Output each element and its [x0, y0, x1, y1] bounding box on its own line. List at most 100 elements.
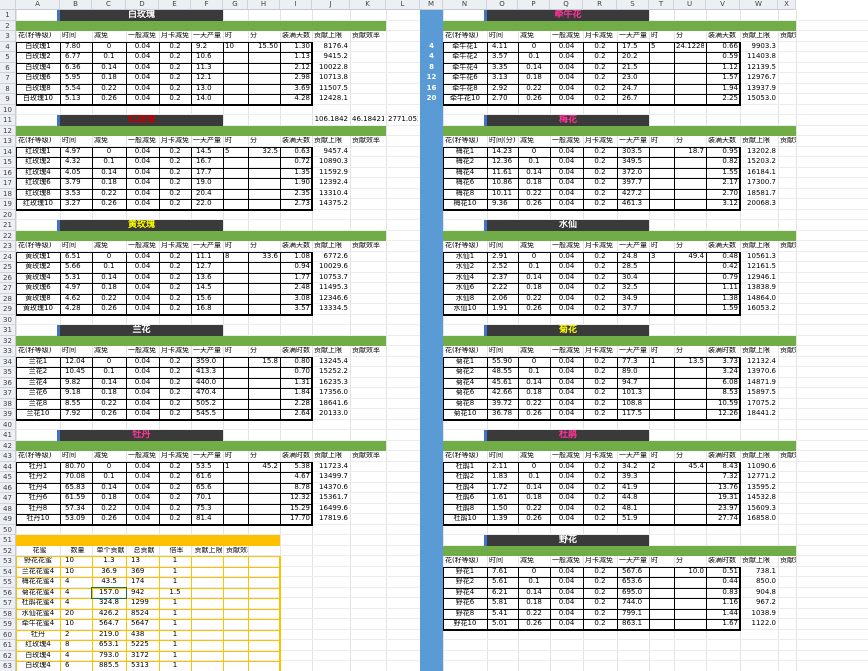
data-cell[interactable]: 0.1 — [94, 368, 124, 379]
data-cell[interactable]: 5.38 — [282, 463, 310, 474]
data-cell[interactable]: 0 — [94, 463, 124, 474]
data-cell[interactable]: 0 — [520, 463, 548, 474]
data-cell[interactable]: 0.2 — [585, 253, 615, 264]
row-label[interactable]: 白玫瑰1 — [18, 43, 58, 54]
data-cell[interactable]: 11507.5 — [314, 85, 348, 96]
data-cell[interactable]: 70.08 — [62, 473, 90, 484]
honey-value[interactable]: 1 — [161, 599, 189, 610]
data-cell[interactable]: 9.18 — [62, 389, 90, 400]
data-cell[interactable]: 0.2 — [585, 589, 615, 600]
data-cell[interactable]: 0.22 — [94, 505, 124, 516]
data-cell[interactable]: 24.8 — [619, 253, 647, 264]
data-cell[interactable]: 0.2 — [161, 284, 189, 295]
row-label[interactable]: 兰花2 — [18, 368, 58, 379]
data-cell[interactable]: 0.2 — [161, 484, 189, 495]
data-cell[interactable]: 0.04 — [128, 368, 157, 379]
minute-value[interactable]: 13.5 — [676, 358, 704, 369]
minute-value[interactable]: 10.0 — [676, 568, 704, 579]
data-cell[interactable]: 13937.9 — [742, 85, 776, 96]
data-cell[interactable]: 0.04 — [552, 148, 581, 159]
data-cell[interactable]: 0.22 — [520, 85, 548, 96]
data-cell[interactable]: 20.4 — [193, 190, 221, 201]
row-header[interactable]: 4 — [0, 41, 16, 52]
honey-name[interactable]: 白玫瑰4 — [18, 652, 58, 663]
data-cell[interactable]: 0.18 — [94, 179, 124, 190]
column-header[interactable]: P — [518, 0, 550, 10]
data-cell[interactable]: 0.04 — [128, 158, 157, 169]
data-cell[interactable]: 0.26 — [94, 515, 124, 526]
data-cell[interactable]: 0.2 — [161, 148, 189, 159]
row-header[interactable]: 47 — [0, 493, 16, 504]
honey-value[interactable]: 5313 — [128, 662, 157, 671]
row-header[interactable]: 21 — [0, 220, 16, 231]
data-cell[interactable]: 0.2 — [161, 158, 189, 169]
column-header[interactable]: I — [280, 0, 312, 10]
data-cell[interactable]: 11495.3 — [314, 284, 348, 295]
data-cell[interactable]: 0.04 — [552, 295, 581, 306]
data-cell[interactable]: 0 — [520, 43, 548, 54]
row-label[interactable]: 菊花2 — [445, 368, 485, 379]
hour-value[interactable]: 5 — [225, 148, 246, 159]
data-cell[interactable]: 0.26 — [94, 200, 124, 211]
row-header[interactable]: 23 — [0, 241, 16, 252]
data-cell[interactable]: 15252.2 — [314, 368, 348, 379]
row-header[interactable]: 61 — [0, 640, 16, 651]
honey-value[interactable]: 8 — [62, 641, 90, 652]
honey-value[interactable]: 324.8 — [94, 599, 124, 610]
data-cell[interactable]: 0.2 — [585, 43, 615, 54]
data-cell[interactable]: 0.2 — [161, 74, 189, 85]
honey-value[interactable]: 653.1 — [94, 641, 124, 652]
data-cell[interactable]: 0.2 — [161, 379, 189, 390]
honey-value[interactable]: 1 — [161, 568, 189, 579]
data-cell[interactable]: 14370.6 — [314, 484, 348, 495]
data-cell[interactable]: 0.2 — [585, 200, 615, 211]
data-cell[interactable]: 0.2 — [161, 389, 189, 400]
data-cell[interactable]: 1.55 — [708, 169, 738, 180]
data-cell[interactable]: 16499.6 — [314, 505, 348, 516]
row-header[interactable]: 53 — [0, 556, 16, 567]
row-header[interactable]: 7 — [0, 73, 16, 84]
data-cell[interactable]: 0.04 — [128, 473, 157, 484]
row-header[interactable]: 26 — [0, 272, 16, 283]
data-cell[interactable]: 5.31 — [62, 274, 90, 285]
data-cell[interactable]: 0.04 — [552, 284, 581, 295]
data-cell[interactable]: 57.34 — [62, 505, 90, 516]
data-cell[interactable]: 0.04 — [552, 169, 581, 180]
minute-value[interactable]: 49.4 — [676, 253, 704, 264]
data-cell[interactable]: 0.04 — [128, 148, 157, 159]
data-cell[interactable]: 0.26 — [520, 305, 548, 316]
data-cell[interactable]: 0.04 — [128, 274, 157, 285]
data-cell[interactable]: 65.83 — [62, 484, 90, 495]
data-cell[interactable]: 20.2 — [619, 53, 647, 64]
data-cell[interactable]: 0.22 — [520, 400, 548, 411]
data-cell[interactable]: 0.22 — [94, 190, 124, 201]
data-cell[interactable]: 0.26 — [94, 305, 124, 316]
hour-value[interactable]: 10 — [225, 43, 246, 54]
data-cell[interactable]: 4.11 — [489, 43, 516, 54]
column-header[interactable]: T — [649, 0, 674, 10]
data-cell[interactable]: 0.22 — [520, 610, 548, 621]
data-cell[interactable]: 8.55 — [62, 400, 90, 411]
data-cell[interactable]: 1.11 — [708, 284, 738, 295]
row-header[interactable]: 57 — [0, 598, 16, 609]
data-cell[interactable]: 12.26 — [708, 410, 738, 421]
data-cell[interactable]: 0.2 — [161, 494, 189, 505]
data-cell[interactable]: 19.0 — [193, 179, 221, 190]
data-cell[interactable]: 7.61 — [489, 568, 516, 579]
data-cell[interactable]: 6.21 — [489, 589, 516, 600]
honey-value[interactable]: 2 — [62, 631, 90, 642]
row-header[interactable]: 62 — [0, 650, 16, 661]
data-cell[interactable]: 10022.8 — [314, 64, 348, 75]
honey-value[interactable]: 1 — [161, 631, 189, 642]
data-cell[interactable]: 0.04 — [552, 368, 581, 379]
data-cell[interactable]: 0 — [520, 148, 548, 159]
data-cell[interactable]: 0.70 — [282, 368, 310, 379]
row-header[interactable]: 30 — [0, 314, 16, 325]
data-cell[interactable]: 0.04 — [128, 389, 157, 400]
data-cell[interactable]: 0.04 — [128, 295, 157, 306]
data-cell[interactable]: 0.2 — [161, 253, 189, 264]
data-cell[interactable]: 0.18 — [94, 494, 124, 505]
honey-value[interactable]: 438 — [128, 631, 157, 642]
row-header[interactable]: 15 — [0, 157, 16, 168]
data-cell[interactable]: 10.59 — [708, 400, 738, 411]
